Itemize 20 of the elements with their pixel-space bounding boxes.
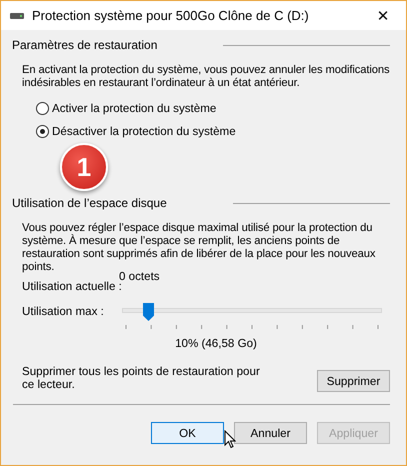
section-heading: Utilisation de l’espace disque [12,196,167,210]
delete-button[interactable]: Supprimer [317,370,390,392]
section-heading: Paramètres de restauration [12,38,158,52]
field-label: Utilisation max : [22,305,105,318]
delete-text: Supprimer tous les points de restauration pour ce lecteur. [22,365,261,391]
window-title: Protection système pour 500Go Clône de C (D:) [32,8,310,23]
usage-reading: 10% (46,58 Go) [175,337,257,350]
slider-thumb[interactable] [143,303,154,321]
radio-option[interactable]: Activer la protection du système [36,102,390,115]
description-text: Vous pouvez régler l’espace disque maximal utilisé pour la protection du système. À mesure que l’espace se remplit, les anciens points de restauration sont supprimés afin de libérer de la place pour les nouveaux points. [22,222,376,273]
radio-option[interactable]: Désactiver la protection du système [36,125,390,138]
cursor-icon [224,430,236,449]
drive-icon [10,12,24,18]
step-badge: 1 [60,143,108,191]
dialog-button[interactable]: Annuler [234,422,307,444]
usage-value: 0 octets [119,270,160,283]
description-text: En activant la protection du système, vous pouvez annuler les modifications indésirables en restaurant l’ordinateur à un état antérieur. [22,64,390,90]
dialog-button[interactable]: OK [151,422,224,444]
close-button[interactable]: ✕ [360,1,406,30]
field-label: Utilisation actuelle : [22,280,119,293]
